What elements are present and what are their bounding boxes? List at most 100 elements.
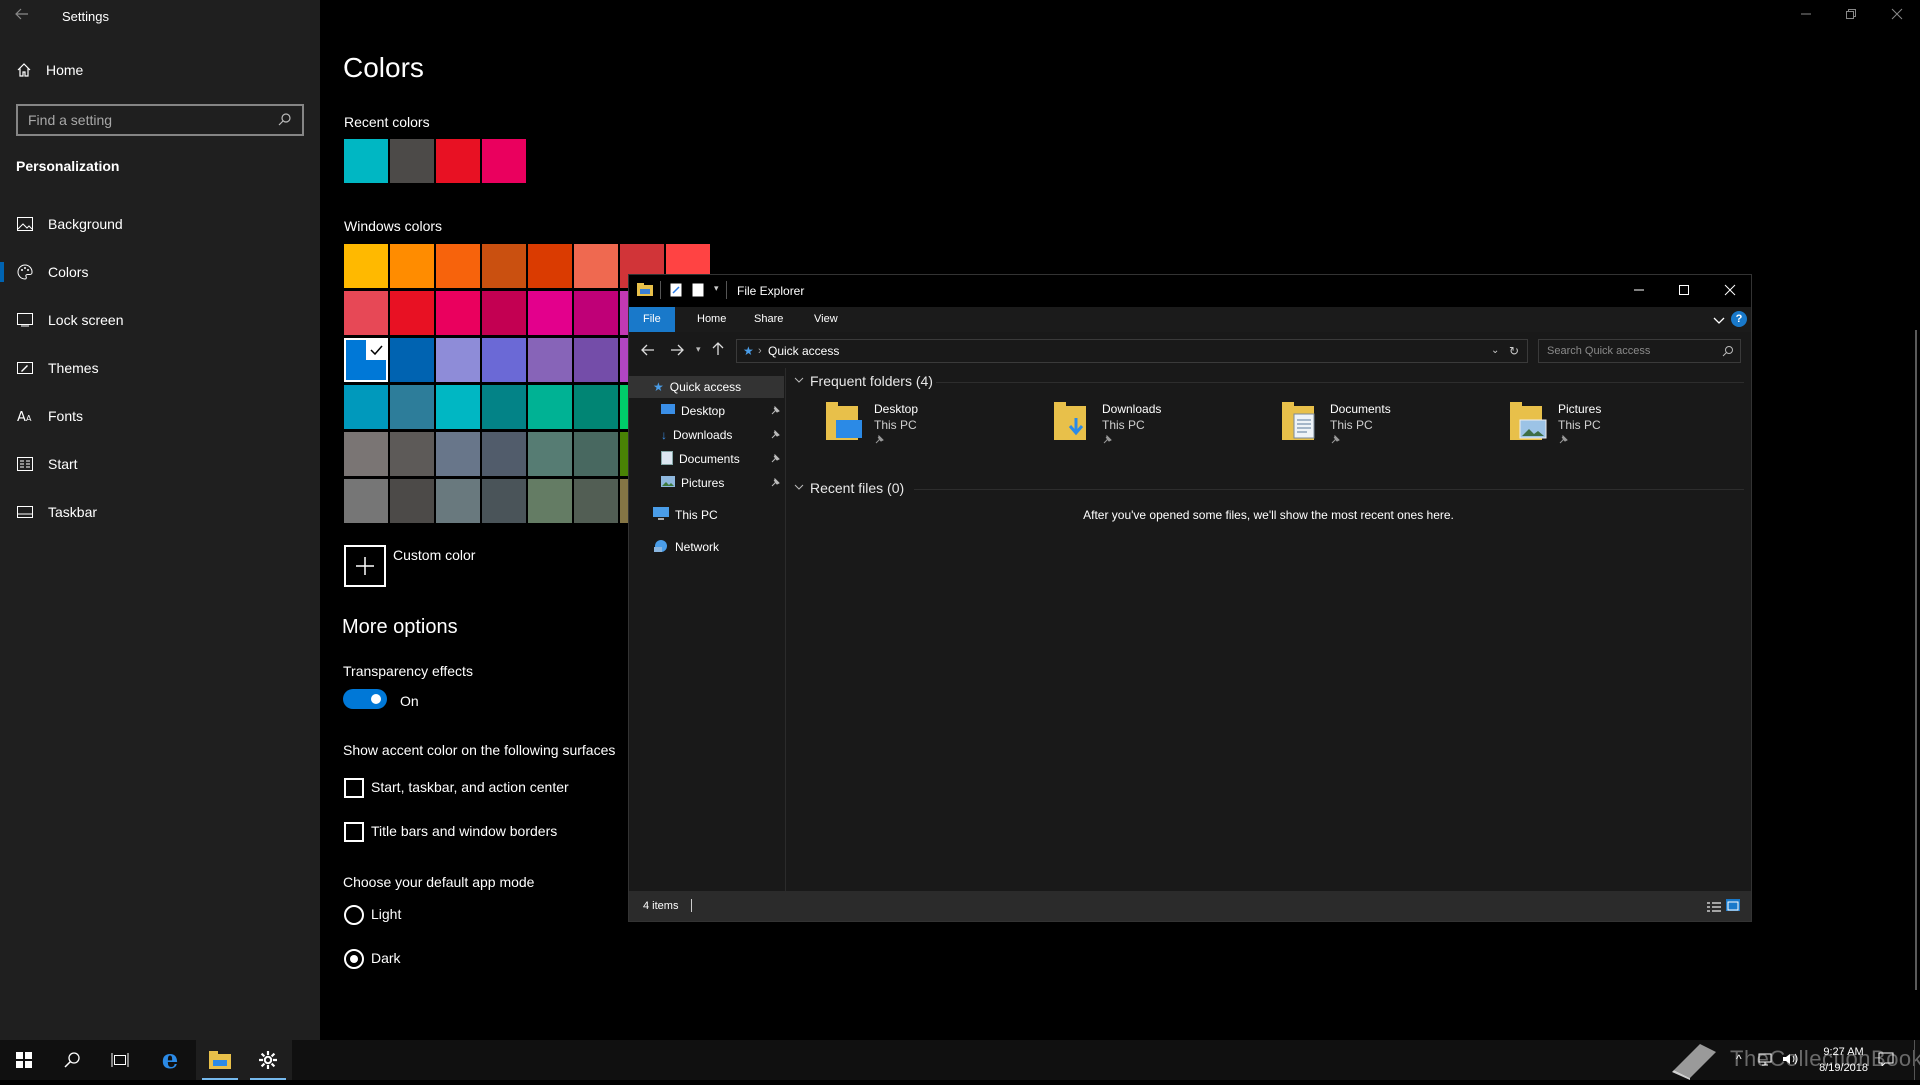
windows-color-swatch[interactable] bbox=[390, 479, 434, 523]
folder-tile-downloads[interactable]: Downloads This PC bbox=[1054, 400, 1274, 446]
qat-dropdown-icon[interactable]: ▾ bbox=[714, 283, 719, 294]
windows-color-swatch[interactable] bbox=[390, 432, 434, 476]
back-icon[interactable] bbox=[641, 343, 655, 361]
recent-color-swatch[interactable] bbox=[482, 139, 526, 183]
nav-network[interactable]: Network bbox=[629, 536, 784, 558]
windows-color-swatch[interactable] bbox=[436, 385, 480, 429]
titlebars-checkbox[interactable] bbox=[344, 822, 364, 842]
light-mode-label[interactable]: Light bbox=[371, 906, 401, 922]
folder-tile-documents[interactable]: Documents This PC bbox=[1282, 400, 1502, 446]
nav-quick-access[interactable]: ★ Quick access bbox=[629, 376, 784, 398]
windows-color-swatch[interactable] bbox=[344, 385, 388, 429]
sidebar-item-taskbar[interactable]: Taskbar bbox=[0, 492, 320, 532]
folder-tile-desktop[interactable]: Desktop This PC bbox=[826, 400, 1046, 446]
windows-color-swatch[interactable] bbox=[574, 385, 618, 429]
pin-icon[interactable] bbox=[770, 477, 780, 491]
sidebar-item-colors[interactable]: Colors bbox=[0, 252, 320, 292]
large-icons-view-icon[interactable] bbox=[1726, 899, 1740, 911]
action-center-icon[interactable] bbox=[1878, 1052, 1894, 1071]
show-desktop-button[interactable] bbox=[1914, 1040, 1920, 1080]
close-icon[interactable] bbox=[1891, 8, 1903, 23]
light-mode-radio[interactable] bbox=[344, 905, 364, 925]
minimize-icon[interactable] bbox=[1800, 8, 1812, 23]
explorer-search-input[interactable] bbox=[1539, 340, 1719, 362]
recent-locations-icon[interactable]: ▾ bbox=[696, 344, 701, 355]
properties-icon[interactable] bbox=[670, 283, 682, 302]
windows-color-swatch[interactable] bbox=[482, 291, 526, 335]
nav-this-pc[interactable]: This PC bbox=[629, 504, 784, 526]
windows-color-swatch[interactable] bbox=[436, 338, 480, 382]
windows-color-swatch[interactable] bbox=[390, 291, 434, 335]
frequent-folders-header[interactable]: Frequent folders (4) bbox=[794, 373, 933, 389]
folder-tile-pictures[interactable]: Pictures This PC bbox=[1510, 400, 1730, 446]
windows-color-swatch[interactable] bbox=[390, 385, 434, 429]
start-button[interactable] bbox=[0, 1040, 48, 1080]
windows-color-swatch[interactable] bbox=[528, 244, 572, 288]
tab-file[interactable]: File bbox=[629, 307, 675, 332]
windows-color-swatch[interactable] bbox=[436, 244, 480, 288]
pin-icon[interactable] bbox=[770, 405, 780, 419]
volume-icon[interactable] bbox=[1782, 1052, 1798, 1071]
settings-taskbar-button[interactable] bbox=[244, 1040, 292, 1080]
home-nav-item[interactable]: Home bbox=[16, 62, 83, 78]
windows-color-swatch[interactable] bbox=[436, 432, 480, 476]
dark-mode-label[interactable]: Dark bbox=[371, 950, 401, 966]
details-view-icon[interactable] bbox=[1707, 900, 1721, 918]
explorer-search-box[interactable] bbox=[1538, 339, 1741, 363]
back-arrow-icon[interactable] bbox=[14, 6, 38, 30]
windows-color-swatch[interactable] bbox=[574, 244, 618, 288]
search-taskbar-button[interactable] bbox=[48, 1040, 96, 1080]
windows-color-swatch[interactable] bbox=[482, 432, 526, 476]
explorer-close-icon[interactable] bbox=[1724, 283, 1736, 301]
file-explorer-taskbar-button[interactable] bbox=[196, 1040, 244, 1080]
sidebar-item-fonts[interactable]: A A Fonts bbox=[0, 396, 320, 436]
recent-color-swatch[interactable] bbox=[436, 139, 480, 183]
show-hidden-icons-icon[interactable]: ^ bbox=[1736, 1052, 1742, 1066]
windows-color-swatch[interactable] bbox=[344, 432, 388, 476]
pin-icon[interactable] bbox=[770, 453, 780, 467]
tab-view[interactable]: View bbox=[800, 307, 852, 332]
new-folder-icon[interactable] bbox=[692, 283, 704, 302]
windows-color-swatch[interactable] bbox=[574, 432, 618, 476]
nav-desktop[interactable]: Desktop bbox=[629, 400, 784, 422]
restore-icon[interactable] bbox=[1845, 8, 1857, 23]
up-icon[interactable] bbox=[712, 342, 724, 361]
windows-color-swatch[interactable] bbox=[574, 479, 618, 523]
task-view-button[interactable] bbox=[96, 1040, 144, 1080]
sidebar-item-themes[interactable]: Themes bbox=[0, 348, 320, 388]
windows-color-swatch[interactable] bbox=[344, 244, 388, 288]
windows-color-swatch[interactable] bbox=[482, 338, 526, 382]
nav-pictures[interactable]: Pictures bbox=[629, 472, 784, 494]
refresh-icon[interactable]: ↻ bbox=[1509, 340, 1519, 362]
explorer-maximize-icon[interactable] bbox=[1678, 283, 1690, 301]
windows-color-swatch[interactable] bbox=[482, 385, 526, 429]
windows-color-swatch[interactable] bbox=[436, 291, 480, 335]
sidebar-item-start[interactable]: Start bbox=[0, 444, 320, 484]
windows-color-swatch[interactable] bbox=[344, 291, 388, 335]
nav-downloads[interactable]: ↓ Downloads bbox=[629, 424, 784, 446]
recent-color-swatch[interactable] bbox=[344, 139, 388, 183]
settings-search-input[interactable] bbox=[18, 106, 268, 134]
start-taskbar-checkbox-label[interactable]: Start, taskbar, and action center bbox=[371, 779, 569, 795]
windows-color-swatch[interactable] bbox=[482, 244, 526, 288]
custom-color-button[interactable] bbox=[344, 545, 386, 587]
windows-color-swatch[interactable] bbox=[482, 479, 526, 523]
help-icon[interactable]: ? bbox=[1731, 311, 1747, 327]
address-dropdown-icon[interactable]: ⌄ bbox=[1491, 340, 1499, 362]
windows-color-swatch[interactable] bbox=[344, 479, 388, 523]
network-tray-icon[interactable] bbox=[1758, 1052, 1772, 1071]
start-taskbar-checkbox[interactable] bbox=[344, 778, 364, 798]
ribbon-expand-icon[interactable] bbox=[1713, 313, 1725, 331]
chevron-right-icon[interactable]: › bbox=[758, 340, 762, 362]
address-bar[interactable]: ★ › Quick access ⌄ ↻ bbox=[736, 339, 1528, 363]
settings-scrollbar[interactable] bbox=[1915, 330, 1917, 990]
tab-share[interactable]: Share bbox=[740, 307, 797, 332]
titlebars-checkbox-label[interactable]: Title bars and window borders bbox=[371, 823, 557, 839]
explorer-minimize-icon[interactable] bbox=[1633, 283, 1645, 301]
tab-home[interactable]: Home bbox=[683, 307, 740, 332]
sidebar-item-lock-screen[interactable]: Lock screen bbox=[0, 300, 320, 340]
explorer-search-icon[interactable] bbox=[1722, 344, 1734, 362]
windows-color-swatch[interactable] bbox=[528, 291, 572, 335]
edge-browser-button[interactable]: e bbox=[146, 1040, 194, 1080]
forward-icon[interactable] bbox=[670, 343, 684, 361]
